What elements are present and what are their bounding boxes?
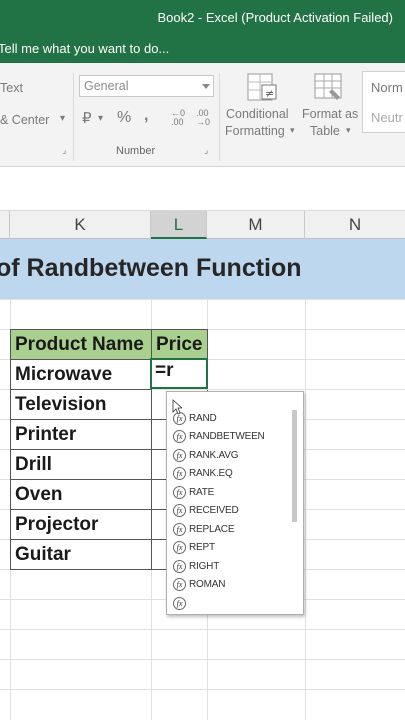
wrap-text-button[interactable]: Text bbox=[0, 81, 23, 95]
number-format-value: General bbox=[84, 79, 129, 93]
active-cell-editor[interactable]: =r bbox=[150, 358, 208, 389]
title-banner[interactable]: of Randbetween Function bbox=[0, 239, 405, 299]
ribbon-divider bbox=[73, 73, 74, 161]
function-icon: fx bbox=[173, 578, 186, 591]
mouse-cursor-icon bbox=[172, 399, 182, 415]
gridline bbox=[0, 659, 405, 660]
gridline bbox=[0, 689, 405, 690]
format-as-table-icon[interactable] bbox=[312, 71, 346, 105]
style-neutral[interactable]: Neutr bbox=[371, 110, 403, 125]
autocomplete-item[interactable]: fx ROMAN bbox=[173, 578, 225, 596]
sheet-title: of Randbetween Function bbox=[0, 254, 302, 282]
product-cell[interactable]: Guitar bbox=[10, 540, 152, 570]
autocomplete-item[interactable]: fx RATE bbox=[173, 486, 214, 504]
gridline bbox=[0, 629, 405, 630]
autocomplete-item[interactable]: fx RANK.AVG bbox=[173, 449, 239, 467]
column-header-n[interactable]: N bbox=[305, 211, 405, 239]
autocomplete-item[interactable]: fx bbox=[173, 597, 189, 615]
header-price[interactable]: Price bbox=[151, 329, 208, 360]
autocomplete-item[interactable]: fx RIGHT bbox=[173, 560, 219, 578]
chevron-down-icon bbox=[202, 84, 210, 89]
number-launcher-icon[interactable]: ⌟ bbox=[204, 145, 208, 156]
autocomplete-item[interactable]: fx RANDBETWEEN bbox=[173, 430, 265, 448]
conditional-formatting-icon[interactable]: ≠ bbox=[245, 71, 279, 105]
worksheet-grid[interactable]: of Randbetween Function Product Name Pri… bbox=[0, 239, 405, 720]
comma-button[interactable]: , bbox=[144, 107, 148, 125]
function-icon: fx bbox=[173, 504, 186, 517]
function-icon: fx bbox=[173, 449, 186, 462]
increase-decimal-icon[interactable]: ←0.00 bbox=[171, 109, 185, 127]
column-header-j[interactable] bbox=[0, 211, 10, 239]
function-icon: fx bbox=[173, 467, 186, 480]
ribbon: Text & Center ▾ ⌟ General ₽ ▾ % , ←0.00 … bbox=[0, 63, 405, 167]
style-normal[interactable]: Norm bbox=[371, 80, 403, 95]
gridline bbox=[0, 299, 405, 300]
column-header-l[interactable]: L bbox=[151, 211, 207, 239]
column-header-m[interactable]: M bbox=[207, 211, 305, 239]
product-cell[interactable]: Microwave bbox=[10, 360, 152, 390]
chevron-down-icon[interactable]: ▾ bbox=[60, 113, 65, 124]
cell-styles-gallery[interactable]: Norm Neutr bbox=[362, 71, 405, 133]
autocomplete-item[interactable]: fx RANK.EQ bbox=[173, 467, 233, 485]
merge-center-button[interactable]: & Center bbox=[0, 113, 49, 127]
chevron-down-icon[interactable]: ▾ bbox=[346, 125, 351, 136]
column-header-k[interactable]: K bbox=[10, 211, 151, 239]
function-icon: fx bbox=[173, 430, 186, 443]
chevron-down-icon[interactable]: ▾ bbox=[98, 113, 103, 124]
svg-text:≠: ≠ bbox=[265, 87, 274, 100]
number-group-label: Number bbox=[116, 145, 156, 157]
ribbon-divider bbox=[219, 73, 220, 161]
chevron-down-icon[interactable]: ▾ bbox=[290, 125, 295, 136]
format-as-table-label-2[interactable]: Table bbox=[310, 124, 340, 138]
conditional-formatting-label-2[interactable]: Formatting bbox=[225, 124, 285, 138]
product-cell[interactable]: Printer bbox=[10, 420, 152, 450]
function-icon: fx bbox=[173, 597, 186, 610]
number-format-select[interactable]: General bbox=[79, 75, 214, 97]
autocomplete-item[interactable]: fx REPT bbox=[173, 541, 215, 559]
tell-me-input[interactable]: Tell me what you want to do... bbox=[0, 41, 169, 56]
function-icon: fx bbox=[173, 560, 186, 573]
conditional-formatting-label-1[interactable]: Conditional bbox=[226, 107, 289, 121]
column-headers: K L M N bbox=[0, 210, 405, 239]
product-cell[interactable]: Oven bbox=[10, 480, 152, 510]
decrease-decimal-icon[interactable]: .00 →0 bbox=[196, 109, 210, 127]
currency-icon[interactable]: ₽ bbox=[82, 109, 92, 127]
product-cell[interactable]: Projector bbox=[10, 510, 152, 540]
tell-me-bar[interactable]: Tell me what you want to do... bbox=[0, 36, 405, 63]
title-bar: Book2 - Excel (Product Activation Failed… bbox=[0, 0, 405, 36]
percent-button[interactable]: % bbox=[117, 109, 131, 127]
format-as-table-label-1[interactable]: Format as bbox=[302, 107, 358, 121]
function-icon: fx bbox=[173, 541, 186, 554]
product-cell[interactable]: Drill bbox=[10, 450, 152, 480]
autocomplete-item[interactable]: fx REPLACE bbox=[173, 523, 234, 541]
autocomplete-item[interactable]: fx RECEIVED bbox=[173, 504, 239, 522]
autocomplete-scrollbar[interactable] bbox=[292, 410, 297, 522]
active-cell-formula: =r bbox=[155, 360, 174, 381]
window-title: Book2 - Excel (Product Activation Failed… bbox=[157, 10, 393, 25]
formula-bar-area bbox=[0, 167, 405, 197]
function-autocomplete-list[interactable]: fx RAND fx RANDBETWEEN fx RANK.AVG fx RANK.E… bbox=[166, 391, 304, 615]
function-icon: fx bbox=[173, 486, 186, 499]
header-product-name[interactable]: Product Name bbox=[10, 329, 152, 360]
alignment-launcher-icon[interactable]: ⌟ bbox=[62, 145, 66, 156]
function-icon: fx bbox=[173, 523, 186, 536]
product-cell[interactable]: Television bbox=[10, 390, 152, 420]
